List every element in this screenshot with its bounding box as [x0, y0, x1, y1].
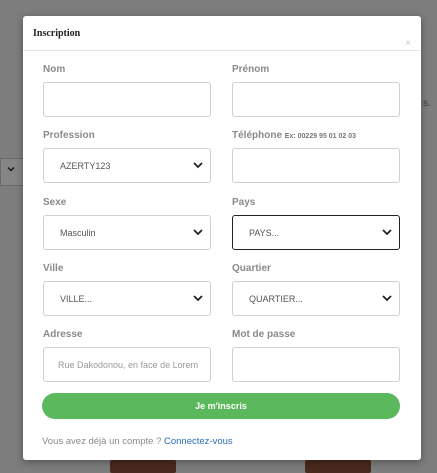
adresse-input[interactable]: Rue Dakodonou, en face de Lorem	[43, 347, 211, 382]
ville-field: Ville VILLE...	[43, 263, 211, 316]
quartier-select[interactable]: QUARTIER...	[232, 281, 400, 316]
background-chevron-icon	[6, 164, 16, 177]
quartier-field: Quartier QUARTIER...	[232, 263, 400, 316]
chevron-down-icon	[193, 229, 203, 236]
mot-de-passe-label: Mot de passe	[232, 329, 296, 340]
sexe-select[interactable]: Masculin	[43, 215, 211, 250]
chevron-down-icon	[193, 162, 203, 169]
pays-label: Pays	[232, 197, 256, 208]
mot-de-passe-field: Mot de passe	[232, 329, 400, 382]
signup-modal: Inscription × Nom Prénom Profession AZER…	[23, 16, 421, 460]
adresse-label: Adresse	[43, 329, 83, 340]
login-prompt: Vous avez déjà un compte ? Connectez-vou…	[42, 436, 233, 447]
prenom-field: Prénom	[232, 64, 400, 117]
background-image	[305, 460, 371, 473]
chevron-down-icon	[193, 295, 203, 302]
sexe-label: Sexe	[43, 197, 67, 208]
background-image	[110, 460, 176, 473]
adresse-placeholder: Rue Dakodonou, en face de Lorem	[58, 360, 199, 370]
profession-select[interactable]: AZERTY123	[43, 148, 211, 183]
ville-select[interactable]: VILLE...	[43, 281, 211, 316]
adresse-field: Adresse Rue Dakodonou, en face de Lorem	[43, 329, 211, 382]
password-input[interactable]	[232, 347, 400, 382]
telephone-input[interactable]	[232, 148, 400, 183]
sexe-value: Masculin	[60, 228, 96, 238]
chevron-down-icon	[382, 295, 392, 302]
telephone-label-text: Téléphone	[232, 130, 283, 141]
profession-field: Profession AZERTY123	[43, 130, 211, 183]
sexe-field: Sexe Masculin	[43, 197, 211, 250]
profession-value: AZERTY123	[60, 161, 111, 171]
ville-value: VILLE...	[60, 294, 93, 304]
nom-input[interactable]	[43, 82, 211, 117]
nom-label: Nom	[43, 64, 66, 75]
chevron-down-icon	[382, 229, 392, 236]
pays-value: PAYS...	[249, 228, 280, 238]
background-text: s.	[423, 98, 431, 109]
close-icon[interactable]: ×	[405, 39, 411, 49]
profession-label: Profession	[43, 130, 95, 141]
telephone-hint: Ex: 00229 95 01 02 03	[284, 133, 357, 140]
pays-field: Pays PAYS...	[232, 197, 400, 250]
quartier-label: Quartier	[232, 263, 271, 274]
modal-header: Inscription ×	[23, 16, 421, 51]
pays-select[interactable]: PAYS...	[232, 215, 400, 250]
ville-label: Ville	[43, 263, 64, 274]
nom-field: Nom	[43, 64, 211, 117]
signup-button[interactable]: Je m'inscris	[42, 393, 400, 419]
prenom-input[interactable]	[232, 82, 400, 117]
login-link[interactable]: Connectez-vous	[164, 436, 233, 447]
quartier-value: QUARTIER...	[249, 294, 303, 304]
prenom-label: Prénom	[232, 64, 270, 75]
login-prompt-text: Vous avez déjà un compte ?	[42, 436, 162, 447]
telephone-field: Téléphone Ex: 00229 95 01 02 03	[232, 130, 400, 183]
telephone-label: Téléphone Ex: 00229 95 01 02 03	[232, 130, 400, 144]
modal-title: Inscription	[33, 28, 81, 39]
